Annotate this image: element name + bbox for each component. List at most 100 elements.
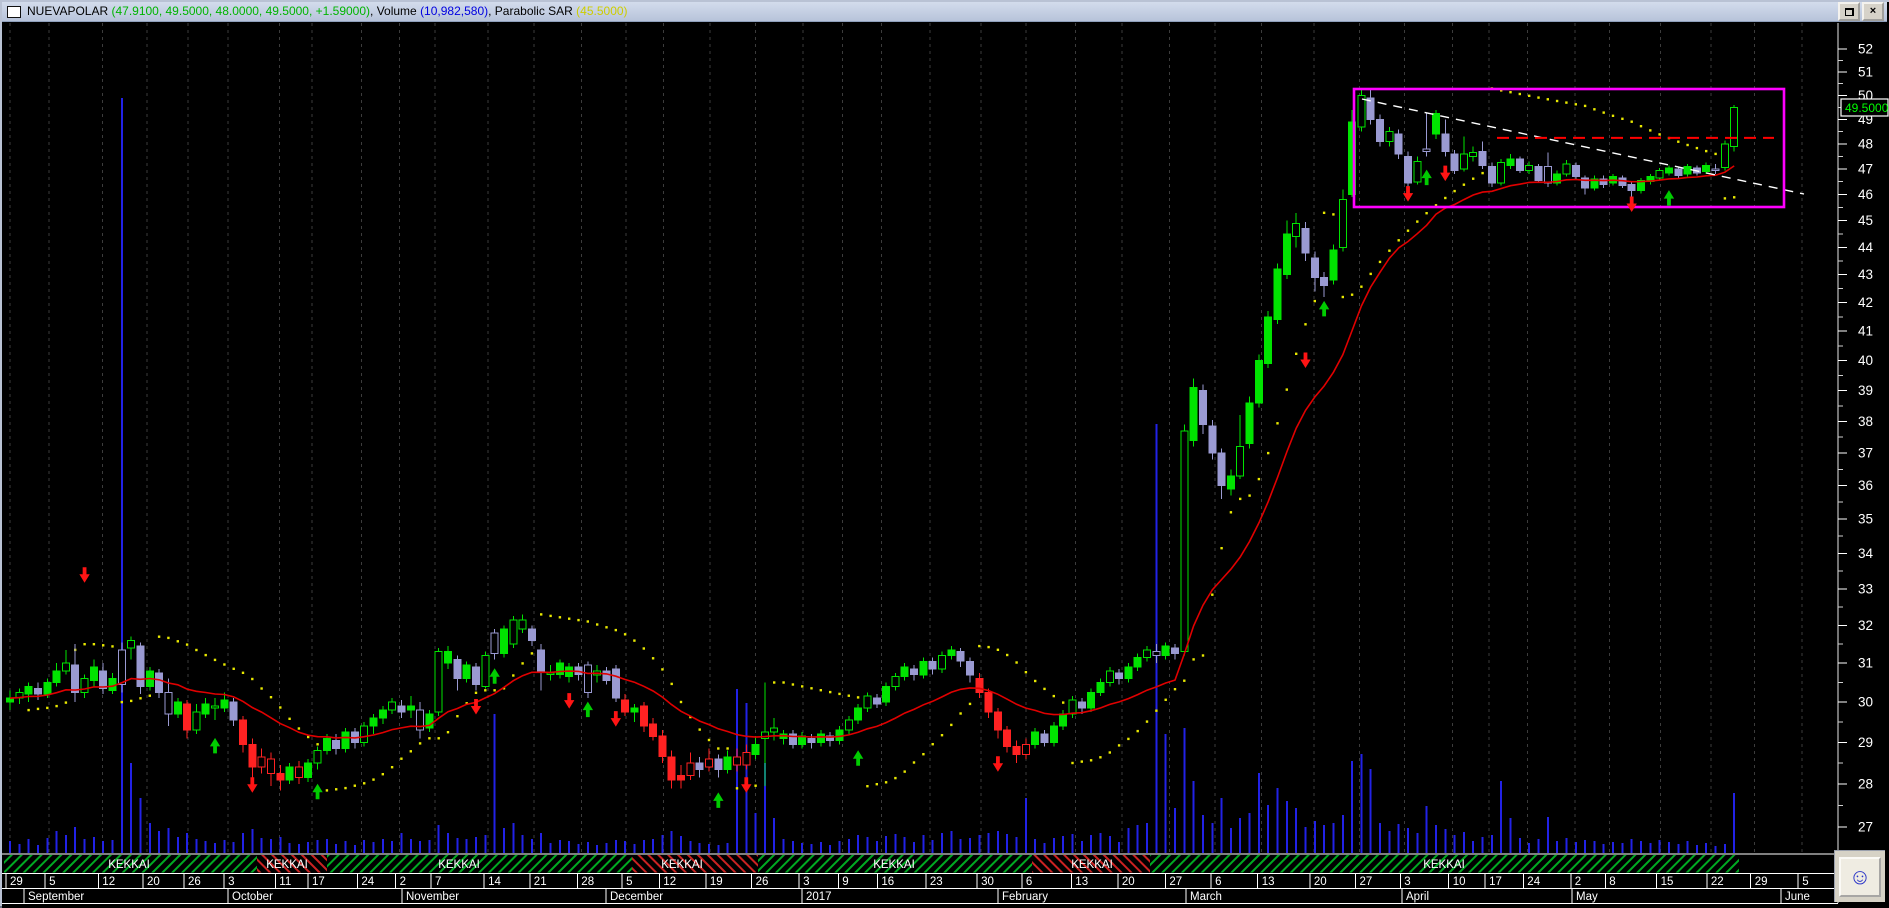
svg-text:May: May (1576, 891, 1598, 903)
svg-text:17: 17 (312, 876, 325, 888)
svg-text:35: 35 (1858, 512, 1873, 527)
svg-text:April: April (1406, 891, 1429, 903)
svg-text:26: 26 (756, 876, 769, 888)
svg-text:29: 29 (10, 876, 23, 888)
svg-text:22: 22 (1711, 876, 1724, 888)
svg-text:17: 17 (1489, 876, 1502, 888)
svg-text:February: February (1002, 891, 1048, 903)
svg-text:6: 6 (1215, 876, 1221, 888)
svg-text:49.5000: 49.5000 (1845, 101, 1889, 115)
svg-text:KEKKAI: KEKKAI (1071, 859, 1113, 871)
svg-text:28: 28 (1858, 777, 1873, 792)
svg-text:27: 27 (1169, 876, 1182, 888)
svg-text:28: 28 (581, 876, 594, 888)
document-icon (7, 5, 21, 18)
svg-text:23: 23 (930, 876, 943, 888)
svg-text:29: 29 (1755, 876, 1768, 888)
svg-text:12: 12 (663, 876, 676, 888)
svg-text:36: 36 (1858, 478, 1873, 493)
svg-text:47: 47 (1858, 162, 1873, 177)
svg-text:46: 46 (1858, 187, 1873, 202)
svg-text:December: December (610, 891, 663, 903)
svg-text:KEKKAI: KEKKAI (266, 859, 308, 871)
restore-icon (1844, 7, 1854, 16)
separator: , (488, 4, 495, 18)
svg-text:43: 43 (1858, 267, 1873, 282)
svg-text:3: 3 (228, 876, 234, 888)
svg-text:45: 45 (1858, 213, 1873, 228)
svg-text:KEKKAI: KEKKAI (873, 859, 915, 871)
svg-text:31: 31 (1858, 656, 1873, 671)
svg-text:November: November (406, 891, 459, 903)
svg-text:13: 13 (1262, 876, 1275, 888)
svg-text:2: 2 (1575, 876, 1581, 888)
svg-text:13: 13 (1075, 876, 1088, 888)
svg-text:3: 3 (1404, 876, 1410, 888)
svg-text:5: 5 (626, 876, 632, 888)
svg-text:30: 30 (1858, 695, 1873, 710)
svg-text:3: 3 (803, 876, 809, 888)
sar-label: Parabolic SAR (494, 4, 577, 18)
svg-text:2017: 2017 (806, 891, 832, 903)
svg-text:KEKKAI: KEKKAI (438, 859, 480, 871)
svg-text:20: 20 (1314, 876, 1327, 888)
svg-text:2: 2 (400, 876, 406, 888)
svg-text:44: 44 (1858, 240, 1874, 255)
svg-text:October: October (232, 891, 273, 903)
svg-text:26: 26 (188, 876, 201, 888)
chart-background (2, 2, 1889, 908)
svg-text:27: 27 (1360, 876, 1373, 888)
svg-text:33: 33 (1858, 581, 1873, 596)
svg-text:38: 38 (1858, 414, 1873, 429)
svg-text:11: 11 (279, 876, 291, 888)
svg-text:19: 19 (710, 876, 723, 888)
svg-text:5: 5 (49, 876, 55, 888)
svg-text:32: 32 (1858, 618, 1873, 633)
svg-text:20: 20 (147, 876, 160, 888)
ohlc-values: (47.9100, 49.5000, 48.0000, 49.5000, +1.… (111, 4, 371, 18)
titlebar[interactable]: NUEVAPOLAR (47.9100, 49.5000, 48.0000, 4… (2, 2, 1887, 22)
svg-text:24: 24 (1527, 876, 1540, 888)
svg-text:51: 51 (1858, 65, 1873, 80)
svg-text:KEKKAI: KEKKAI (661, 859, 703, 871)
status-corner: ☺ (1834, 850, 1885, 902)
svg-text:6: 6 (1026, 876, 1032, 888)
svg-text:8: 8 (1609, 876, 1615, 888)
smiley-button[interactable]: ☺ (1839, 856, 1881, 897)
volume-label: Volume (376, 4, 421, 18)
svg-text:14: 14 (488, 876, 501, 888)
svg-text:15: 15 (1661, 876, 1674, 888)
volume-value: (10,982,580) (420, 4, 489, 18)
svg-text:27: 27 (1858, 820, 1873, 835)
svg-text:34: 34 (1858, 546, 1874, 561)
svg-text:37: 37 (1858, 446, 1873, 461)
svg-text:KEKKAI: KEKKAI (108, 859, 150, 871)
svg-text:10: 10 (1453, 876, 1466, 888)
svg-text:9: 9 (842, 876, 848, 888)
svg-text:12: 12 (102, 876, 115, 888)
svg-text:20: 20 (1122, 876, 1135, 888)
svg-text:24: 24 (361, 876, 374, 888)
ticker-name: NUEVAPOLAR (27, 4, 112, 18)
svg-text:42: 42 (1858, 295, 1873, 310)
svg-text:48: 48 (1858, 137, 1873, 152)
close-window-button[interactable]: × (1862, 2, 1884, 21)
separator: , (370, 4, 377, 18)
svg-text:16: 16 (881, 876, 894, 888)
chart-window: 52 51 50 49 48 47 46 45 44 43 42 41 40 39 38 37 36 35 34 33… (0, 0, 1889, 908)
svg-text:29: 29 (1858, 735, 1873, 750)
svg-text:7: 7 (435, 876, 441, 888)
svg-text:5: 5 (1802, 876, 1808, 888)
svg-text:40: 40 (1858, 353, 1873, 368)
restore-window-button[interactable] (1838, 2, 1860, 21)
price-chart[interactable]: 5251504948474645444342414039383736353433… (2, 2, 1889, 908)
svg-text:52: 52 (1858, 42, 1873, 57)
svg-text:June: June (1785, 891, 1810, 903)
svg-text:39: 39 (1858, 383, 1873, 398)
sar-value: (45.5000) (576, 4, 628, 18)
svg-text:41: 41 (1858, 324, 1873, 339)
svg-text:KEKKAI: KEKKAI (1423, 859, 1465, 871)
svg-text:30: 30 (981, 876, 994, 888)
kekkai-strip: KEKKAI KEKKAI KEKKAI KEKKAI KEKKAI KEKKAI KEKK… (2, 853, 1838, 873)
svg-text:September: September (28, 891, 84, 903)
